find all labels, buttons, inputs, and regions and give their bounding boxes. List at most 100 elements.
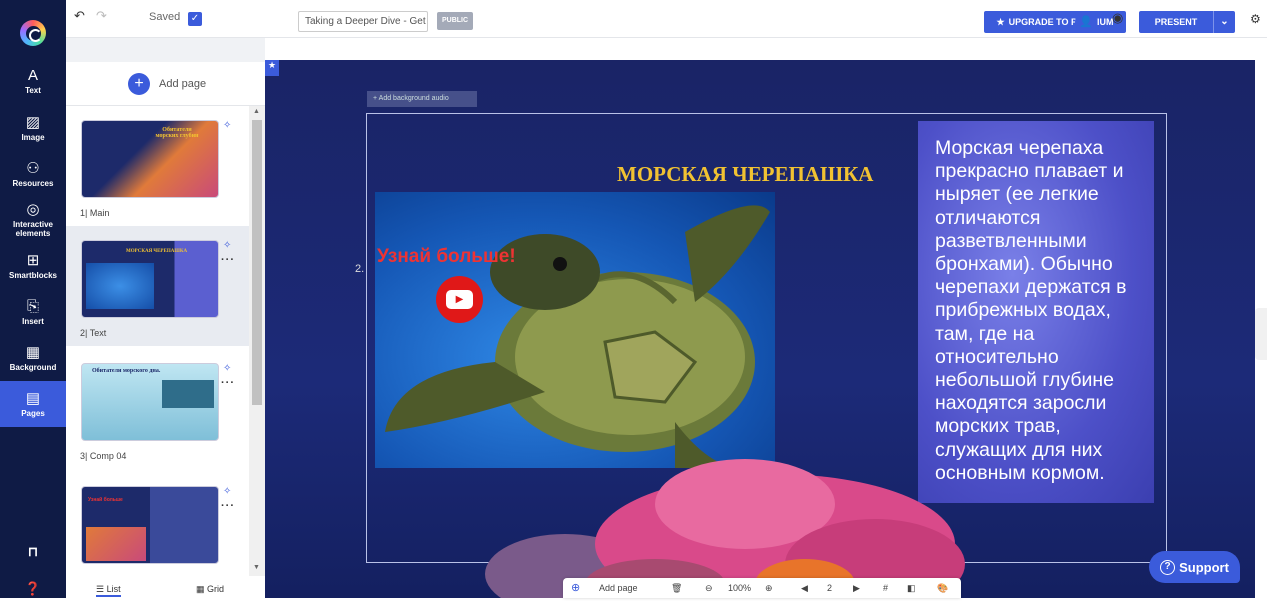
turtle-photo[interactable]	[375, 192, 775, 468]
text-icon: A	[27, 66, 38, 84]
support-button[interactable]: ? Support	[1149, 551, 1240, 583]
page-thumbnail[interactable]: МОРСКАЯ ЧЕРЕПАШКА	[81, 240, 219, 318]
page-label: 2| Text	[80, 328, 107, 338]
layout-icon[interactable]: ◧	[907, 583, 916, 594]
rail-background-button[interactable]: ▦ Background	[0, 335, 66, 381]
document-title-field[interactable]: Taking a Deeper Dive - Get	[298, 11, 428, 32]
magic-wand-icon[interactable]: ✧	[223, 486, 231, 497]
zoom-in-icon[interactable]: ⊕	[765, 583, 773, 594]
rail-image-button[interactable]: ▨ Image	[0, 105, 66, 151]
upgrade-label: UPGRADE TO PREMIUM	[1008, 17, 1114, 27]
tab-list[interactable]: ☰ List	[96, 584, 121, 597]
page-label: 1| Main	[80, 208, 110, 218]
rail-insert-button[interactable]: ⎘ Insert	[0, 289, 66, 335]
insert-icon: ⎘	[26, 297, 39, 315]
preview-eye-icon[interactable]: ◉	[1112, 10, 1123, 26]
previous-page-icon[interactable]: ◀	[801, 583, 808, 594]
saved-check-icon: ✓	[188, 12, 202, 26]
magic-wand-icon[interactable]: ✧	[223, 120, 231, 131]
more-options-icon[interactable]: ···	[221, 377, 235, 389]
scroll-up-icon[interactable]: ▲	[253, 108, 260, 115]
rail-label: Resources	[12, 178, 54, 188]
thumbnail-title: Обитатели морских глубин	[155, 127, 199, 139]
support-label: Support	[1179, 559, 1229, 575]
learn-more-link[interactable]: Узнай больше!	[377, 246, 516, 268]
slide-heading[interactable]: МОРСКАЯ ЧЕРЕПАШКА	[617, 162, 873, 187]
page-thumbnail[interactable]: Обитатели морского дна.	[81, 363, 219, 441]
genially-logo[interactable]	[20, 20, 46, 46]
magic-wand-icon[interactable]: ✧	[223, 363, 231, 374]
page-item-4[interactable]: Узнай больше ✧ ···	[66, 472, 249, 576]
magic-wand-icon[interactable]: ✧	[223, 240, 231, 251]
saved-status: Saved	[149, 11, 181, 23]
add-page-label: Add page	[159, 78, 207, 90]
scrollbar-thumb[interactable]	[252, 120, 262, 405]
thumbnail-title: Обитатели морского дна.	[92, 368, 161, 374]
smartblocks-icon: ⊞	[26, 251, 40, 269]
star-icon: ★	[996, 16, 1005, 27]
current-page-number[interactable]: 2	[827, 583, 832, 593]
right-panel-handle[interactable]	[1255, 308, 1267, 360]
add-background-audio-button[interactable]: + Add background audio	[367, 91, 477, 107]
rail-interactive-button[interactable]: ◎ Interactive elements	[0, 197, 66, 243]
settings-gear-icon[interactable]: ⚙	[1250, 12, 1261, 26]
add-page-plus-icon[interactable]: ⊕	[571, 581, 580, 594]
next-page-icon[interactable]: ▶	[853, 583, 860, 594]
store-icon: ⊓	[27, 543, 39, 559]
add-page-plus-icon[interactable]: +	[128, 73, 150, 95]
undo-icon[interactable]: ↶	[74, 8, 85, 24]
list-icon: ☰	[96, 584, 107, 594]
page-item-2[interactable]: МОРСКАЯ ЧЕРЕПАШКА ✧ ··· 2| Text	[66, 226, 249, 346]
rail-resources-button[interactable]: ⚇ Resources	[0, 151, 66, 197]
turtle-illustration	[385, 205, 770, 468]
grid-hash-icon[interactable]: #	[883, 583, 888, 593]
page-thumbnail-list: Обитатели морских глубин ✧ 1| Main МОРСК…	[66, 106, 265, 576]
chevron-down-icon[interactable]: ⌄	[1213, 11, 1235, 33]
rail-label: Smartblocks	[8, 270, 58, 280]
rail-text-button[interactable]: A Text	[0, 58, 66, 104]
rail-label: Interactive elements	[12, 220, 54, 238]
coral-decoration	[485, 459, 965, 598]
rail-smartblocks-button[interactable]: ⊞ Smartblocks	[0, 243, 66, 289]
help-circle-icon: ?	[1160, 559, 1176, 575]
slide-canvas[interactable]: + Add background audio 2. МОРСКАЯ ЧЕРЕПА…	[265, 60, 1255, 598]
left-rail: A Text ▨ Image ⚇ Resources ◎ Interactive ele…	[0, 0, 66, 598]
tab-grid[interactable]: ▦ Grid	[196, 584, 224, 595]
redo-icon[interactable]: ↷	[96, 8, 107, 24]
help-icon: ❓	[24, 580, 42, 596]
palette-icon[interactable]: 🎨	[937, 583, 948, 594]
zoom-out-icon[interactable]: ⊖	[705, 583, 713, 594]
page-item-1[interactable]: Обитатели морских глубин ✧ 1| Main	[66, 106, 249, 226]
image-icon: ▨	[25, 113, 41, 131]
more-options-icon[interactable]: ···	[221, 254, 235, 266]
add-page-row[interactable]: + Add page	[66, 62, 265, 106]
bottom-add-page[interactable]: Add page	[599, 583, 638, 593]
pages-icon: ▤	[25, 389, 41, 407]
grid-icon: ▦	[196, 584, 208, 594]
page-item-3[interactable]: Обитатели морского дна. ✧ ··· 3| Comp 04	[66, 349, 249, 469]
visibility-badge[interactable]: PUBLIC	[437, 12, 474, 30]
zoom-level: 100%	[728, 583, 752, 593]
thumbnail-title: МОРСКАЯ ЧЕРЕПАШКА	[126, 249, 188, 254]
rail-label: Text	[25, 85, 41, 95]
resources-icon: ⚇	[26, 159, 40, 177]
pages-scrollbar[interactable]: ▲ ▼	[249, 106, 265, 576]
collaborators-avatar[interactable]: 👤	[1075, 11, 1097, 33]
view-tabs: ☰ List ▦ Grid	[66, 576, 265, 598]
top-toolbar: ↶ ↷ ✓ Saved Taking a Deeper Dive - Get P…	[66, 0, 1267, 38]
upgrade-button[interactable]: ★ UPGRADE TO PREMIUM	[984, 11, 1126, 33]
page-thumbnail[interactable]: Узнай больше	[81, 486, 219, 564]
rail-label: Background	[9, 362, 57, 372]
present-label: PRESENT	[1154, 17, 1198, 27]
present-button[interactable]: PRESENT ⌄	[1139, 11, 1235, 33]
play-icon: ▶	[446, 290, 473, 309]
more-options-icon[interactable]: ···	[221, 500, 235, 512]
interactive-icon: ◎	[26, 201, 40, 218]
rail-pages-button[interactable]: ▤ Pages	[0, 381, 66, 427]
trash-icon[interactable]: 🗑	[671, 583, 682, 594]
youtube-play-button[interactable]: ▶	[436, 276, 483, 323]
page-thumbnail[interactable]: Обитатели морских глубин	[81, 120, 219, 198]
pin-star-icon[interactable]: ★	[265, 60, 279, 76]
rail-help-button[interactable]: ❓	[0, 565, 66, 611]
scroll-down-icon[interactable]: ▼	[253, 564, 260, 571]
